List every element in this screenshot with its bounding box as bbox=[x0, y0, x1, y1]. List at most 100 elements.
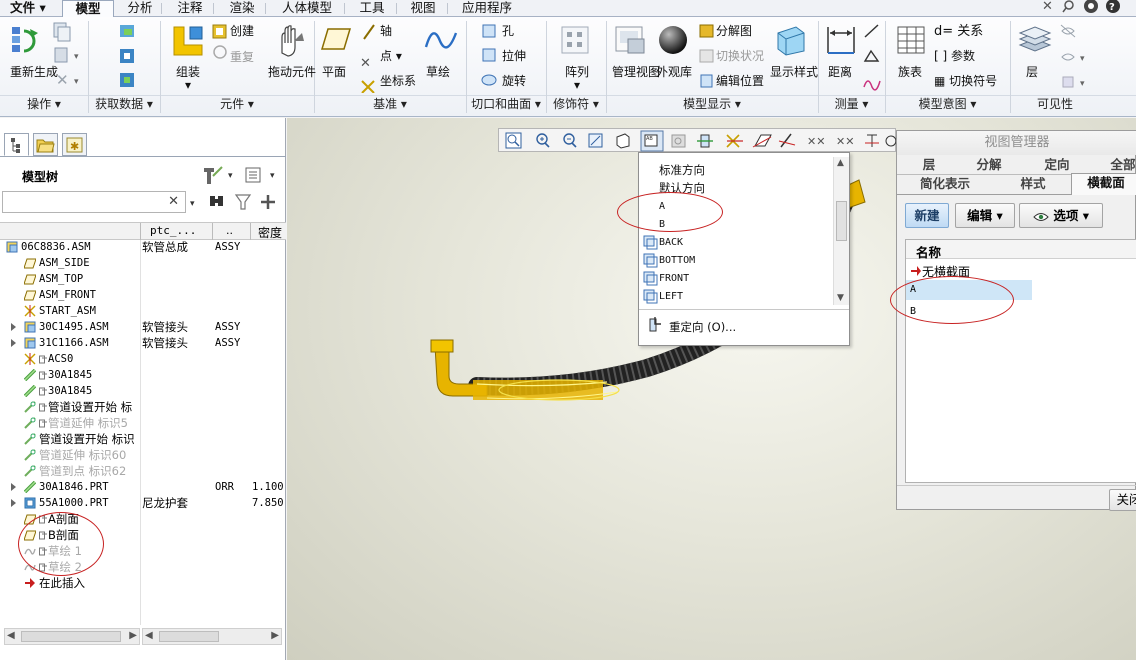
clear-search-icon[interactable]: ✕ bbox=[168, 194, 179, 209]
group-label-component[interactable]: 元件 ▾ bbox=[160, 96, 314, 113]
parameters-button[interactable]: [ ] 参数 bbox=[934, 50, 975, 63]
tree-hscroll-right[interactable]: ◀ ▶ bbox=[142, 628, 282, 645]
regenerate-icon[interactable] bbox=[10, 23, 44, 59]
relations-button[interactable]: d= 关系 bbox=[934, 25, 983, 38]
expand-triangle-icon[interactable] bbox=[11, 483, 16, 491]
tree-row[interactable]: ASM_TOP bbox=[0, 271, 286, 287]
tree-row[interactable]: 在此插入 bbox=[0, 575, 286, 591]
get-data-icons[interactable] bbox=[116, 21, 140, 93]
group-label-datum[interactable]: 基准 ▾ bbox=[314, 96, 466, 113]
menu-item-front[interactable]: FRONT bbox=[659, 273, 689, 284]
layer-icon[interactable] bbox=[1018, 25, 1052, 57]
pattern-button[interactable]: 阵列 ▾ bbox=[562, 66, 592, 92]
hole-button[interactable]: 孔 bbox=[502, 25, 514, 38]
drag-component-button[interactable]: 拖动元件 bbox=[268, 66, 316, 79]
display-style-icon[interactable] bbox=[774, 23, 808, 57]
tree-row[interactable]: 管道到点 标识62 bbox=[0, 463, 286, 479]
group-label-model-display[interactable]: 模型显示 ▾ bbox=[606, 96, 818, 113]
datum-plane-icon[interactable] bbox=[320, 25, 352, 53]
csys-button[interactable]: 坐标系 bbox=[380, 75, 416, 88]
tab-render[interactable]: 渲染 bbox=[222, 0, 262, 17]
group-label-measure[interactable]: 测量 ▾ bbox=[818, 96, 885, 113]
tab-orient[interactable]: 定向 bbox=[1037, 156, 1077, 174]
menu-item-left[interactable]: LEFT bbox=[659, 291, 683, 302]
column-header-2[interactable]: .. bbox=[226, 224, 233, 237]
family-table-button[interactable]: 族表 bbox=[898, 66, 922, 79]
tab-view[interactable]: 视图 bbox=[403, 0, 443, 17]
point-button[interactable]: 点 ▾ bbox=[380, 50, 402, 63]
tree-search-tools[interactable]: ▾ bbox=[186, 191, 286, 213]
tab-annotate[interactable]: 注释 bbox=[170, 0, 210, 17]
tree-hscroll-left[interactable]: ◀ ▶ bbox=[4, 628, 140, 645]
toggle-status-button[interactable]: 切换状况 bbox=[716, 50, 764, 63]
group-label-modifiers[interactable]: 修饰符 ▾ bbox=[546, 96, 606, 113]
sketch-icon[interactable] bbox=[424, 27, 458, 53]
tab-folder-browser[interactable] bbox=[33, 133, 58, 156]
tab-simplified-rep[interactable]: 简化表示 bbox=[911, 175, 979, 193]
distance-icon[interactable] bbox=[824, 23, 858, 57]
group-label-operations[interactable]: 操作 ▾ bbox=[0, 96, 88, 113]
assemble-icon[interactable] bbox=[170, 23, 206, 59]
menu-item-bottom[interactable]: BOTTOM bbox=[659, 255, 695, 266]
assemble-button[interactable]: 组装 ▾ bbox=[170, 66, 206, 92]
tab-analysis[interactable]: 分析 bbox=[120, 0, 160, 17]
drag-component-icon[interactable] bbox=[272, 23, 306, 59]
tree-row[interactable]: 31C1166.ASM 软管接头 ASSY bbox=[0, 335, 286, 351]
redo-button[interactable]: 重复 bbox=[230, 51, 254, 64]
column-header-ptc[interactable]: ptc_... bbox=[150, 224, 196, 237]
tree-row[interactable]: START_ASM bbox=[0, 303, 286, 319]
edit-position-button[interactable]: 编辑位置 bbox=[716, 75, 764, 88]
family-table-icon[interactable] bbox=[896, 25, 926, 55]
create-icon[interactable] bbox=[212, 24, 228, 64]
sketch-button[interactable]: 草绘 bbox=[426, 66, 450, 79]
tree-row[interactable]: ACS0 bbox=[0, 351, 286, 367]
create-button[interactable]: 创建 bbox=[230, 25, 254, 38]
group-label-cuts-surfaces[interactable]: 切口和曲面 ▾ bbox=[466, 96, 546, 113]
tab-applications[interactable]: 应用程序 bbox=[454, 0, 520, 17]
revolve-button[interactable]: 旋转 bbox=[502, 75, 526, 88]
menu-scrollbar[interactable]: ▲ ▼ bbox=[833, 157, 849, 305]
new-button[interactable]: 新建 bbox=[905, 203, 949, 228]
tab-file[interactable]: 文件 ▾ bbox=[4, 0, 52, 17]
display-style-button[interactable]: 显示样式 bbox=[770, 66, 818, 79]
plane-button[interactable]: 平面 bbox=[322, 66, 346, 79]
tab-model-tree[interactable] bbox=[4, 133, 29, 156]
menu-item-reorient[interactable]: 重定向 (O)... bbox=[669, 319, 736, 335]
tree-row[interactable]: 管道延伸 标识60 bbox=[0, 447, 286, 463]
close-button[interactable]: 关闭 bbox=[1109, 489, 1136, 511]
manage-views-button[interactable]: 管理视图 bbox=[612, 66, 660, 79]
view-manager-icon[interactable] bbox=[614, 23, 648, 57]
extrude-button[interactable]: 拉伸 bbox=[502, 50, 526, 63]
appearance-gallery-icon[interactable] bbox=[656, 23, 690, 57]
view-manager-title[interactable]: 视图管理器 bbox=[897, 131, 1136, 155]
tab-explode[interactable]: 分解 bbox=[969, 156, 1009, 174]
expand-triangle-icon[interactable] bbox=[11, 499, 16, 507]
view-toolbar-icons[interactable]: AB ✕✕ ✕✕ bbox=[499, 129, 897, 153]
tree-row[interactable]: 30A1846.PRT ORR 1.100 bbox=[0, 479, 286, 495]
help-icons[interactable]: ✕ ? bbox=[1040, 0, 1136, 17]
expand-triangle-icon[interactable] bbox=[11, 339, 16, 347]
tab-model[interactable]: 模型 bbox=[62, 0, 114, 18]
layer-button[interactable]: 层 bbox=[1026, 66, 1038, 79]
axis-button[interactable]: 轴 bbox=[380, 25, 392, 38]
exploded-view-button[interactable]: 分解图 bbox=[716, 25, 752, 38]
menu-item-standard-orientation[interactable]: 标准方向 bbox=[659, 162, 705, 178]
tree-row[interactable]: 06C8836.ASM 软管总成 ASSY bbox=[0, 239, 286, 255]
tree-search-input[interactable]: ✕ bbox=[2, 191, 186, 213]
tab-manikin[interactable]: 人体模型 bbox=[274, 0, 340, 17]
tree-settings-tools[interactable]: ▾ ▾ bbox=[200, 162, 286, 188]
edit-button[interactable]: 编辑 ▾ bbox=[955, 203, 1015, 228]
switch-symbols-button[interactable]: ▦ 切换符号 bbox=[934, 75, 997, 88]
tab-style[interactable]: 样式 bbox=[1013, 175, 1053, 193]
tab-cross-section[interactable]: 横截面 bbox=[1071, 173, 1136, 195]
menu-item-back[interactable]: BACK bbox=[659, 237, 683, 248]
group-label-model-intent[interactable]: 模型意图 ▾ bbox=[885, 96, 1010, 113]
tree-row[interactable]: 管道设置开始 标识 bbox=[0, 431, 286, 447]
regenerate-button[interactable]: 重新生成 bbox=[10, 66, 58, 79]
list-header-name[interactable]: 名称 bbox=[916, 242, 941, 261]
distance-button[interactable]: 距离 bbox=[828, 66, 852, 79]
tab-tools[interactable]: 工具 bbox=[352, 0, 392, 17]
tree-row[interactable]: 55A1000.PRT 尼龙护套 7.850 bbox=[0, 495, 286, 511]
tree-row[interactable]: 管道延伸 标识5 bbox=[0, 415, 286, 431]
tree-row[interactable]: 30C1495.ASM 软管接头 ASSY bbox=[0, 319, 286, 335]
